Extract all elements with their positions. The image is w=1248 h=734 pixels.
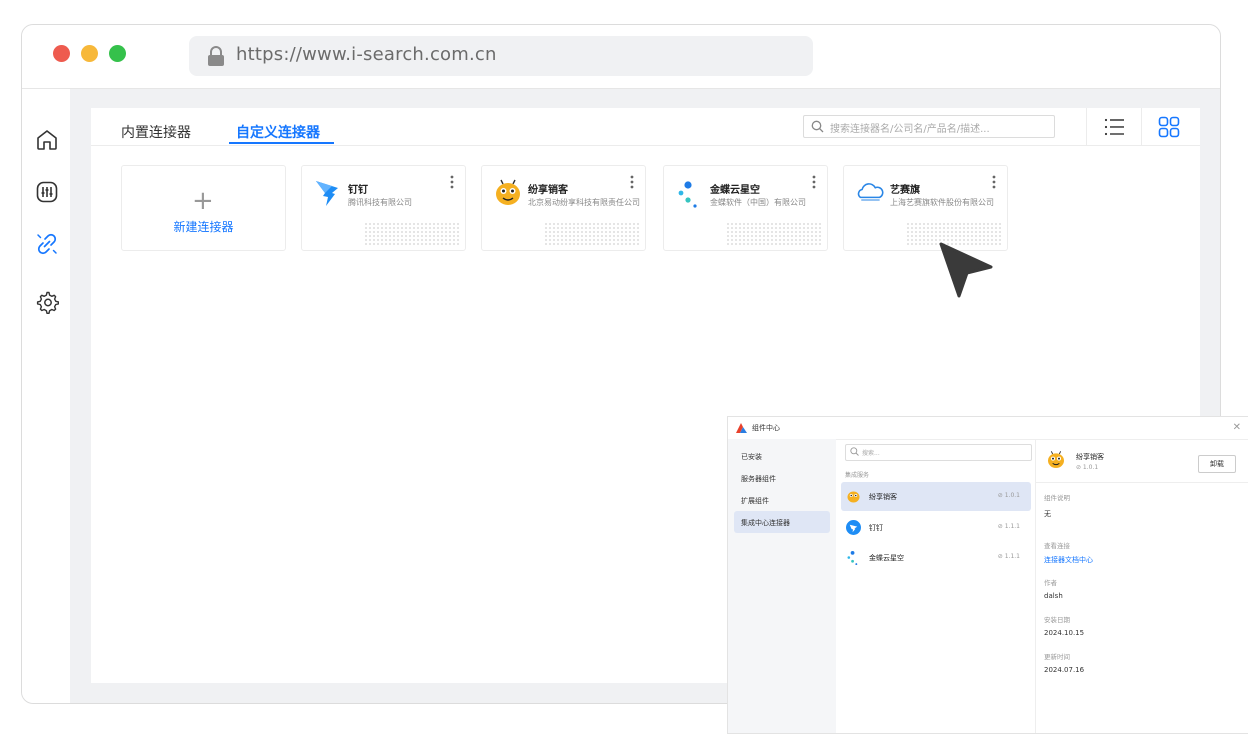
overlay-title: 组件中心	[752, 424, 780, 432]
group-label: 集成服务	[845, 472, 870, 479]
overlay-header: 组件中心 ✕	[728, 417, 1248, 440]
more-options-icon[interactable]	[630, 175, 634, 189]
connector-card[interactable]: 金蝶云星空 金蝶软件（中国）有限公司	[663, 165, 828, 251]
list-item[interactable]: 金蝶云星空 ⊘ 1.1.1	[841, 543, 1031, 572]
nav-item-label: 服务器组件	[741, 475, 776, 483]
connector-card[interactable]: 钉钉 腾讯科技有限公司	[301, 165, 466, 251]
item-version: ⊘ 1.1.1	[997, 523, 1020, 530]
close-window-button[interactable]	[53, 45, 70, 62]
address-bar[interactable]: https://www.i-search.com.cn	[189, 36, 813, 76]
nav-item-installed[interactable]: 已安装	[734, 445, 830, 467]
maximize-window-button[interactable]	[109, 45, 126, 62]
lock-icon	[208, 46, 224, 66]
nav-item-label: 扩展组件	[741, 497, 769, 505]
connector-search-input[interactable]: 搜索连接器名/公司名/产品名/描述...	[803, 115, 1055, 138]
detail-name: 纷享销客	[1076, 453, 1104, 461]
item-version: ⊘ 1.1.1	[997, 553, 1020, 560]
connector-name: 金蝶云星空	[710, 185, 760, 196]
connector-company: 金蝶软件（中国）有限公司	[710, 198, 806, 207]
mouse-pointer-icon	[939, 242, 993, 298]
detail-version: ⊘ 1.0.1	[1076, 464, 1099, 471]
component-center-window: 组件中心 ✕ 已安装 服务器组件 扩展组件 集成中心连接器 搜索... 集成服务	[727, 416, 1248, 734]
isearch-logo-icon	[857, 183, 884, 201]
divider	[1086, 108, 1087, 145]
docs-link[interactable]: 连接器文档中心	[1044, 555, 1093, 565]
search-placeholder: 搜索连接器名/公司名/产品名/描述...	[830, 124, 990, 135]
nav-item-label: 已安装	[741, 453, 762, 461]
kingdee-logo-icon	[847, 550, 858, 565]
connector-company: 上海艺赛旗软件股份有限公司	[890, 198, 994, 207]
left-rail	[22, 89, 70, 703]
update-time-value: 2024.07.16	[1044, 666, 1085, 674]
card-pattern	[726, 222, 821, 246]
search-icon	[811, 120, 824, 133]
minimize-window-button[interactable]	[81, 45, 98, 62]
uninstall-button[interactable]: 卸载	[1198, 455, 1236, 473]
close-icon[interactable]: ✕	[1233, 422, 1241, 433]
nav-item-server-components[interactable]: 服务器组件	[734, 467, 830, 489]
link-label: 查看连接	[1044, 542, 1070, 550]
card-pattern	[364, 222, 459, 246]
address-url[interactable]: https://www.i-search.com.cn	[236, 44, 497, 65]
install-date-label: 安装日期	[1044, 616, 1070, 624]
connector-company: 腾讯科技有限公司	[348, 198, 412, 207]
desc-value: 无	[1044, 510, 1051, 518]
tab-custom-connectors[interactable]: 自定义连接器	[236, 122, 320, 142]
link-icon[interactable]	[35, 232, 59, 256]
desc-label: 组件说明	[1044, 494, 1070, 502]
tab-builtin-connectors[interactable]: 内置连接器	[121, 122, 191, 142]
item-name: 纷享销客	[869, 493, 897, 501]
list-view-icon[interactable]	[1102, 115, 1126, 139]
browser-titlebar: https://www.i-search.com.cn	[22, 25, 1220, 89]
card-pattern	[544, 222, 639, 246]
connector-name: 钉钉	[348, 185, 368, 196]
connector-company: 北京易动纷享科技有限责任公司	[528, 198, 640, 207]
sliders-icon[interactable]	[35, 180, 59, 204]
component-detail: 纷享销客 ⊘ 1.0.1 卸载 组件说明 无 查看连接 连接器文档中心 作者 d…	[1036, 439, 1248, 733]
item-version: ⊘ 1.0.1	[997, 492, 1020, 499]
dingtalk-logo-icon	[316, 181, 338, 206]
fxiaoke-logo-icon	[1048, 451, 1064, 468]
nav-item-extension-components[interactable]: 扩展组件	[734, 489, 830, 511]
plus-icon: +	[192, 186, 214, 216]
update-time-label: 更新时间	[1044, 653, 1070, 661]
component-list: 搜索... 集成服务 纷享销客 ⊘ 1.0.1 钉钉 ⊘ 1.1.1 金蝶云星空…	[836, 439, 1036, 733]
overlay-sidebar: 已安装 服务器组件 扩展组件 集成中心连接器	[728, 439, 836, 733]
new-connector-label: 新建连接器	[173, 220, 234, 234]
new-connector-card[interactable]: + 新建连接器	[121, 165, 286, 251]
more-options-icon[interactable]	[450, 175, 454, 189]
divider	[1036, 482, 1248, 483]
author-value: dalsh	[1044, 592, 1063, 600]
component-search-input[interactable]: 搜索...	[845, 444, 1032, 461]
list-item[interactable]: 纷享销客 ⊘ 1.0.1	[841, 482, 1031, 511]
search-placeholder: 搜索...	[862, 450, 880, 457]
more-options-icon[interactable]	[992, 175, 996, 189]
connector-card[interactable]: 艺赛旗 上海艺赛旗软件股份有限公司	[843, 165, 1008, 251]
more-options-icon[interactable]	[812, 175, 816, 189]
dingtalk-logo-icon	[846, 520, 861, 535]
nav-item-integration-connectors[interactable]: 集成中心连接器	[734, 511, 830, 533]
grid-view-icon[interactable]	[1157, 115, 1181, 139]
active-tab-indicator	[229, 142, 334, 144]
search-icon	[850, 447, 859, 456]
nav-item-label: 集成中心连接器	[741, 519, 790, 527]
connector-name: 纷享销客	[528, 185, 568, 196]
author-label: 作者	[1044, 579, 1057, 587]
item-name: 钉钉	[869, 524, 883, 532]
connector-card[interactable]: 纷享销客 北京易动纷享科技有限责任公司	[481, 165, 646, 251]
kingdee-logo-icon	[678, 181, 697, 208]
fxiaoke-logo-icon	[496, 179, 520, 205]
fxiaoke-logo-icon	[847, 491, 860, 503]
connector-name: 艺赛旗	[890, 185, 920, 196]
tab-bar: 内置连接器 自定义连接器 搜索连接器名/公司名/产品名/描述...	[91, 108, 1200, 146]
app-logo-icon	[736, 423, 747, 433]
list-item[interactable]: 钉钉 ⊘ 1.1.1	[841, 513, 1031, 542]
divider	[1141, 108, 1142, 145]
item-name: 金蝶云星空	[869, 554, 904, 562]
home-icon[interactable]	[35, 128, 59, 152]
install-date-value: 2024.10.15	[1044, 629, 1085, 637]
gear-icon[interactable]	[35, 290, 59, 314]
